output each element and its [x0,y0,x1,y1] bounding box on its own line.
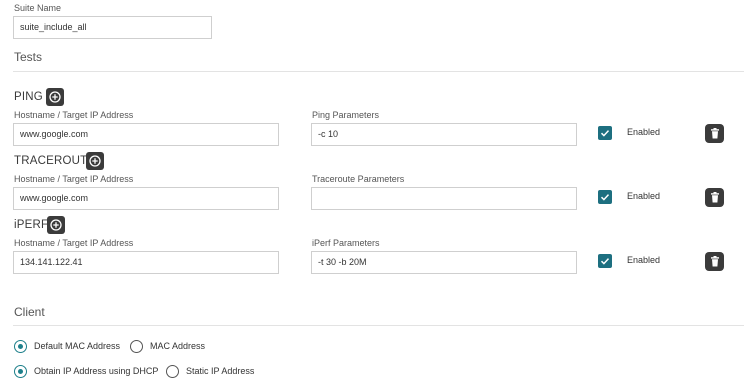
check-icon [600,130,610,137]
default-mac-label[interactable]: Default MAC Address [34,341,120,351]
suite-name-input[interactable]: suite_include_all [13,16,212,39]
add-ping-button[interactable] [46,88,64,106]
static-ip-radio[interactable] [166,365,179,378]
iperf-params-label: iPerf Parameters [312,238,380,248]
delete-ping-button[interactable] [705,124,724,143]
tests-section-title: Tests [14,50,43,64]
traceroute-enabled-label: Enabled [627,191,661,201]
traceroute-params-label: Traceroute Parameters [312,174,405,184]
trash-icon [710,192,719,203]
iperf-params-input[interactable]: -t 30 -b 20M [311,251,577,274]
plus-circle-icon [50,219,62,231]
mac-address-radio[interactable] [130,340,143,353]
ping-params-input[interactable]: -c 10 [311,123,577,146]
ping-host-label: Hostname / Target IP Address [14,110,134,120]
client-section-title: Client [14,305,45,319]
dhcp-label[interactable]: Obtain IP Address using DHCP [34,366,158,376]
check-icon [600,258,610,265]
suite-name-label: Suite Name [14,3,62,13]
delete-traceroute-button[interactable] [705,188,724,207]
traceroute-host-label: Hostname / Target IP Address [14,174,134,184]
client-divider [13,325,744,326]
iperf-host-label: Hostname / Target IP Address [14,238,134,248]
traceroute-host-input[interactable]: www.google.com [13,187,279,210]
traceroute-params-input[interactable] [311,187,577,210]
trash-icon [710,256,719,267]
ping-enabled-checkbox[interactable] [598,126,612,140]
iperf-test-name: iPERF [14,219,49,231]
dhcp-radio[interactable] [14,365,27,378]
ping-host-input[interactable]: www.google.com [13,123,279,146]
add-traceroute-button[interactable] [86,152,104,170]
plus-circle-icon [49,91,61,103]
ping-params-label: Ping Parameters [312,110,380,120]
iperf-enabled-label: Enabled [627,255,661,265]
delete-iperf-button[interactable] [705,252,724,271]
tests-divider [13,71,744,72]
iperf-host-input[interactable]: 134.141.122.41 [13,251,279,274]
mac-address-label[interactable]: MAC Address [150,341,205,351]
ping-enabled-label: Enabled [627,127,661,137]
check-icon [600,194,610,201]
default-mac-radio[interactable] [14,340,27,353]
static-ip-label[interactable]: Static IP Address [186,366,254,376]
plus-circle-icon [89,155,101,167]
trash-icon [710,128,719,139]
traceroute-test-name: TRACEROUTE [14,155,96,167]
traceroute-enabled-checkbox[interactable] [598,190,612,204]
add-iperf-button[interactable] [47,216,65,234]
iperf-enabled-checkbox[interactable] [598,254,612,268]
ping-test-name: PING [14,91,43,103]
